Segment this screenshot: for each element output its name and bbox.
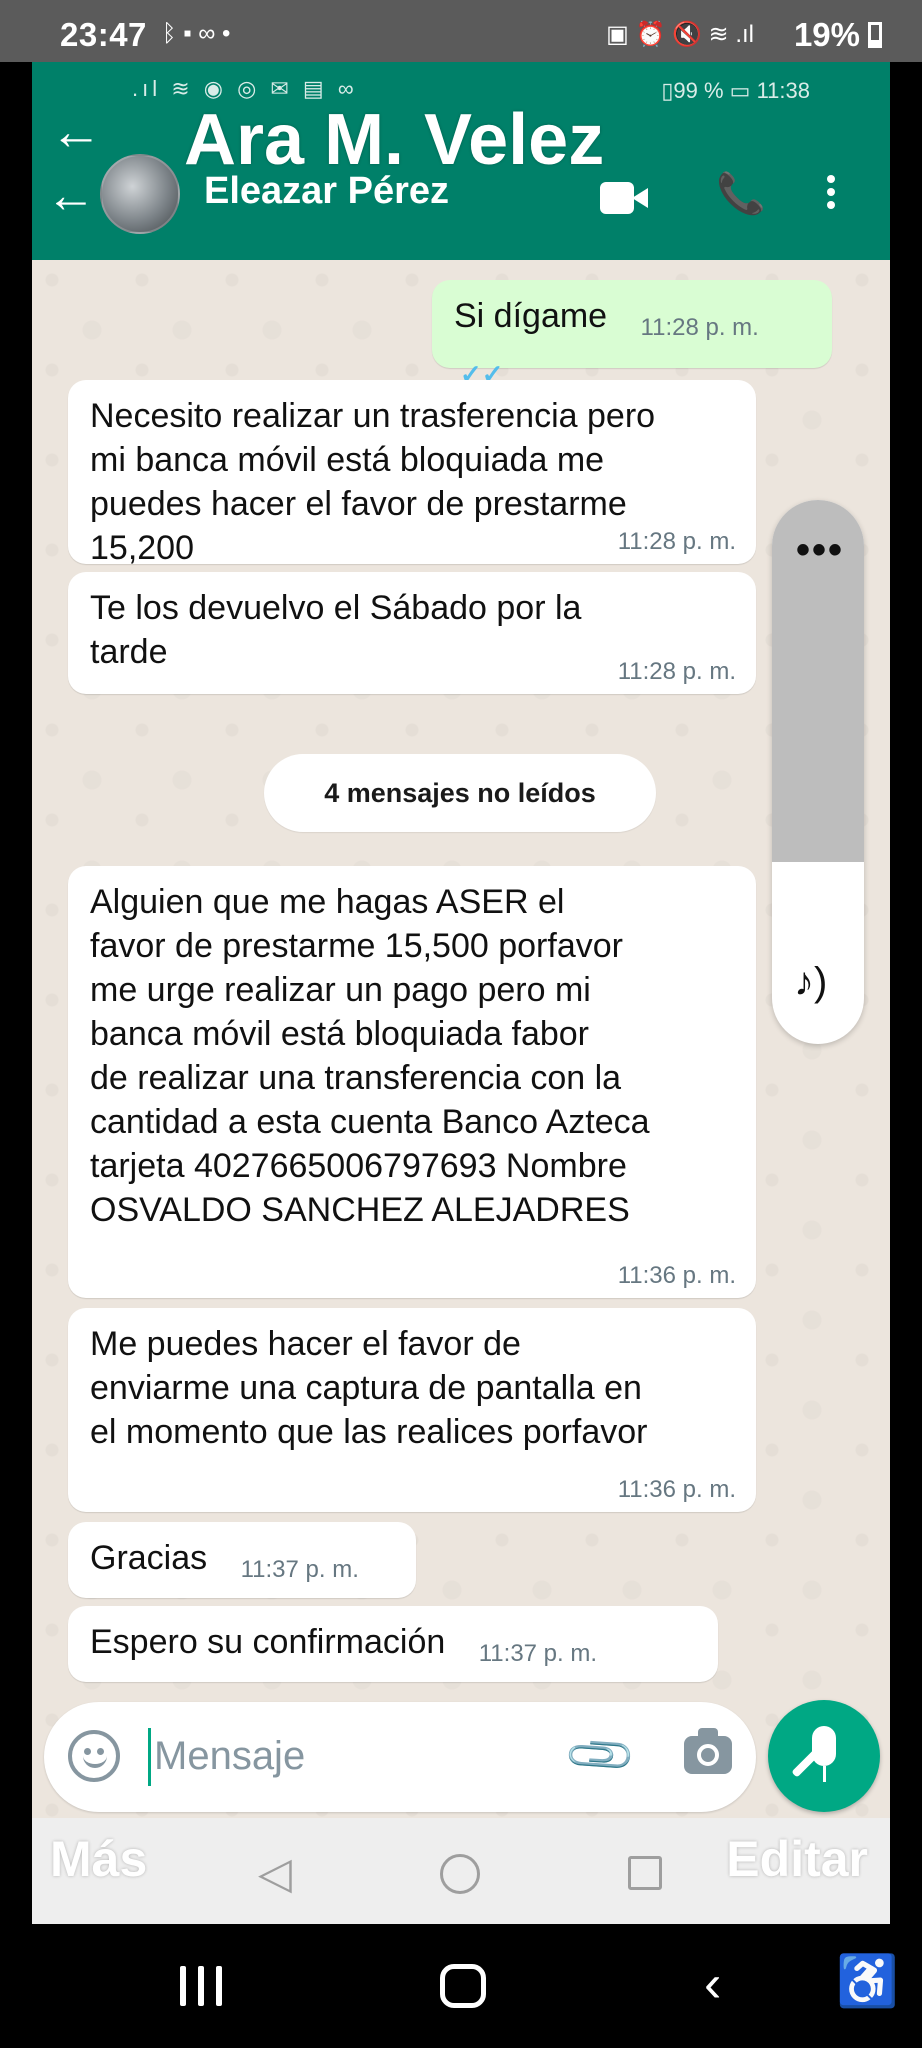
- overlay-word-left[interactable]: Más: [50, 1830, 147, 1888]
- back-arrow-icon[interactable]: ←: [50, 106, 102, 158]
- inner-status-icons: .ıl ≋ ◉ ◎ ✉ ▤ ∞: [132, 76, 358, 101]
- message-incoming[interactable]: Necesito realizar un trasferencia pero m…: [68, 380, 756, 567]
- message-time: 11:37 p. m.: [240, 1556, 359, 1583]
- message-text: Si dígame: [454, 297, 608, 335]
- unread-messages-badge: 4 mensajes no leídos: [264, 754, 656, 832]
- contact-name[interactable]: Eleazar Pérez: [204, 170, 449, 213]
- status-system-icons: ▣ ⏰ 🔇 ≋ .ıl: [606, 21, 754, 48]
- message-text: Alguien que me hagas ASER el favor de pr…: [90, 883, 650, 1229]
- system-navigation-bar: ‹ ♿: [0, 1924, 922, 2048]
- status-notification-icons: ᛒ ▪ ∞ •: [162, 20, 231, 47]
- message-time: 11:28 p. m.: [617, 658, 736, 685]
- text-caret: [148, 1728, 151, 1786]
- message-incoming[interactable]: Me puedes hacer el favor de enviarme una…: [68, 1308, 756, 1512]
- message-incoming[interactable]: Espero su confirmación 11:37 p. m.: [68, 1606, 718, 1682]
- sound-icon[interactable]: ♪): [794, 960, 827, 1005]
- message-time: 11:37 p. m.: [478, 1640, 598, 1667]
- emoji-icon[interactable]: [68, 1730, 120, 1782]
- avatar[interactable]: [100, 154, 180, 234]
- home-icon[interactable]: [440, 1964, 486, 2008]
- microphone-button[interactable]: [768, 1700, 880, 1812]
- whatsapp-screenshot: .ıl ≋ ◉ ◎ ✉ ▤ ∞ ▯99 % ▭ 11:38 ← Ara M. V…: [32, 62, 890, 1924]
- battery-level: 19%: [793, 16, 860, 53]
- accessibility-icon[interactable]: ♿: [836, 1952, 898, 2011]
- message-composer: 📎: [44, 1702, 756, 1812]
- message-time: 11:36 p. m.: [617, 1262, 736, 1289]
- recents-icon[interactable]: [180, 1966, 226, 2006]
- phone-icon[interactable]: 📞: [716, 170, 766, 217]
- message-time: 11:36 p. m.: [617, 1476, 736, 1503]
- phone-screen: 23:47 ᛒ ▪ ∞ • ▣ ⏰ 🔇 ≋ .ıl 19% .ıl ≋ ◉ ◎ …: [0, 0, 922, 2048]
- more-dots-icon[interactable]: •••: [796, 530, 844, 570]
- message-incoming[interactable]: Alguien que me hagas ASER el favor de pr…: [68, 866, 756, 1298]
- message-incoming[interactable]: Te los devuelvo el Sábado por la tarde 1…: [68, 572, 756, 694]
- microphone-stand: [823, 1766, 826, 1782]
- camera-icon[interactable]: [684, 1728, 732, 1774]
- paperclip-icon[interactable]: 📎: [561, 1716, 640, 1795]
- overlay-title: Ara M. Velez: [184, 100, 605, 180]
- nav-recents-icon[interactable]: [628, 1856, 662, 1890]
- microphone-icon: [812, 1726, 836, 1766]
- nav-back-icon[interactable]: ◁: [258, 1848, 292, 1899]
- more-vert-icon[interactable]: [827, 170, 835, 214]
- message-time: 11:28 p. m.: [640, 314, 759, 341]
- back-button-icon[interactable]: ←: [46, 170, 96, 220]
- chat-header: .ıl ≋ ◉ ◎ ✉ ▤ ∞ ▯99 % ▭ 11:38 ← Ara M. V…: [32, 62, 890, 260]
- message-text: Gracias: [90, 1539, 208, 1577]
- message-input[interactable]: [154, 1724, 454, 1788]
- message-text: Espero su confirmación: [90, 1623, 446, 1661]
- inner-status-battery-time: ▯99 % ▭ 11:38: [661, 78, 810, 103]
- message-outgoing[interactable]: Si dígame 11:28 p. m. ✓✓: [432, 280, 832, 389]
- message-text: Me puedes hacer el favor de enviarme una…: [90, 1325, 648, 1451]
- status-time: 23:47: [60, 16, 147, 53]
- status-bar: 23:47 ᛒ ▪ ∞ • ▣ ⏰ 🔇 ≋ .ıl 19%: [0, 0, 922, 62]
- message-incoming[interactable]: Gracias 11:37 p. m.: [68, 1522, 416, 1598]
- message-time: 11:28 p. m.: [617, 528, 736, 555]
- video-call-icon[interactable]: [600, 182, 648, 214]
- battery-icon: [868, 22, 882, 48]
- nav-home-icon[interactable]: [440, 1854, 480, 1894]
- overlay-word-right[interactable]: Editar: [726, 1830, 868, 1888]
- back-icon[interactable]: ‹: [704, 1954, 721, 2014]
- scroll-handle[interactable]: ••• ♪): [772, 500, 864, 1044]
